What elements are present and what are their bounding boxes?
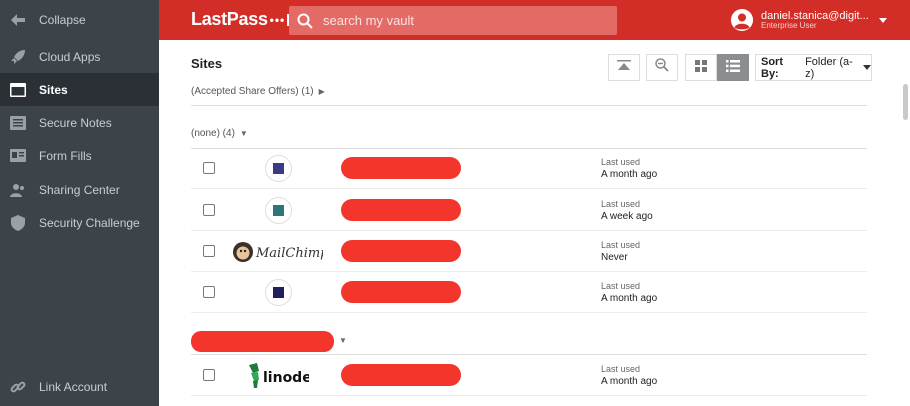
search-input[interactable]	[323, 13, 603, 28]
site-checkbox[interactable]	[203, 286, 215, 298]
zoom-out-button[interactable]	[646, 54, 678, 81]
avatar	[731, 9, 753, 31]
sort-label: Sort By:	[761, 55, 783, 80]
site-row[interactable]: Last used A month ago	[191, 148, 867, 189]
linode-logo: linode	[247, 363, 309, 389]
main-content: Sites Sort By: Folder (a-z) (Accepted Sh…	[159, 40, 910, 406]
folder-accepted-shares[interactable]: (Accepted Share Offers) (1) ▶	[191, 86, 325, 97]
share-users-icon	[9, 181, 27, 199]
list-view-icon	[726, 59, 740, 77]
sidebar-item-sharing-center[interactable]: Sharing Center	[0, 173, 159, 206]
chevron-down-icon	[863, 65, 871, 70]
search-box[interactable]	[289, 6, 617, 35]
list-view-button[interactable]	[717, 54, 749, 81]
sort-dropdown[interactable]: Sort By: Folder (a-z)	[755, 54, 872, 81]
site-favicon	[265, 155, 292, 182]
site-name-redacted[interactable]	[341, 157, 461, 179]
site-name-redacted[interactable]	[341, 199, 461, 221]
last-used-value: A month ago	[601, 293, 658, 304]
zoom-out-icon	[655, 58, 669, 77]
notes-icon	[9, 114, 27, 132]
grid-view-icon	[695, 59, 707, 77]
sidebar-item-collapse[interactable]: Collapse	[0, 3, 159, 36]
last-used-value: A month ago	[601, 169, 658, 180]
sort-value: Folder (a-z)	[805, 55, 853, 80]
arrow-left-icon	[9, 11, 27, 29]
site-favicon	[265, 197, 292, 224]
last-used-value: A month ago	[601, 376, 658, 387]
last-used-label: Last used	[601, 157, 641, 167]
svg-text:linode: linode	[263, 370, 309, 386]
chevron-down-icon	[878, 17, 887, 23]
folder-label: (Accepted Share Offers) (1)	[191, 86, 314, 97]
user-menu[interactable]: daniel.stanica@digit... Enterprise User	[731, 6, 887, 34]
divider	[191, 105, 867, 106]
sidebar-item-label: Cloud Apps	[39, 49, 101, 64]
collapse-all-button[interactable]	[608, 54, 640, 81]
site-name-redacted[interactable]	[341, 364, 461, 386]
site-row[interactable]: Last used A week ago	[191, 190, 867, 231]
site-checkbox[interactable]	[203, 369, 215, 381]
search-icon	[297, 13, 313, 29]
last-used-label: Last used	[601, 240, 641, 250]
last-used-label: Last used	[601, 199, 641, 209]
user-role: Enterprise User	[761, 20, 817, 30]
browser-window-icon	[9, 81, 27, 99]
last-used-label: Last used	[601, 364, 641, 374]
sidebar-item-label: Form Fills	[39, 148, 92, 163]
page-title: Sites	[191, 56, 223, 71]
collapse-arrow-icon: ▼	[239, 129, 248, 138]
sidebar-item-label: Sites	[39, 82, 68, 97]
site-checkbox[interactable]	[203, 162, 215, 174]
folder-label: (none) (4)	[191, 128, 235, 139]
shield-icon	[9, 214, 27, 232]
rocket-icon	[9, 48, 27, 66]
site-row[interactable]: Last used A month ago	[191, 272, 867, 313]
site-favicon	[265, 279, 292, 306]
sidebar-item-form-fills[interactable]: Form Fills	[0, 139, 159, 172]
site-checkbox[interactable]	[203, 245, 215, 257]
last-used-value: A week ago	[601, 211, 653, 222]
sidebar-item-sites[interactable]: Sites	[0, 73, 159, 106]
sidebar-item-label: Secure Notes	[39, 115, 112, 130]
link-icon	[9, 378, 27, 396]
sidebar-item-link-account[interactable]: Link Account	[0, 370, 159, 403]
site-checkbox[interactable]	[203, 204, 215, 216]
folder-name-redacted[interactable]	[191, 331, 334, 352]
lastpass-logo[interactable]: LastPass •••	[191, 9, 290, 30]
expand-arrow-icon: ▶	[318, 87, 325, 96]
user-email: daniel.stanica@digit...	[761, 9, 869, 22]
last-used-value: Never	[601, 252, 628, 263]
sidebar: Collapse Cloud Apps Sites Secure Notes F…	[0, 0, 159, 406]
top-bar: LastPass••• daniel.stanica@digit... Ente…	[159, 0, 910, 40]
folder-none[interactable]: (none) (4) ▼	[191, 128, 248, 139]
sidebar-item-security-challenge[interactable]: Security Challenge	[0, 206, 159, 239]
collapse-arrow-icon: ▼	[339, 336, 347, 345]
sidebar-item-label: Security Challenge	[39, 215, 140, 230]
site-row[interactable]: linode Last used A month ago	[191, 355, 867, 396]
sidebar-item-label: Sharing Center	[39, 182, 120, 197]
id-card-icon	[9, 147, 27, 165]
collapse-all-icon	[617, 59, 631, 77]
sidebar-item-cloud-apps[interactable]: Cloud Apps	[0, 40, 159, 73]
sidebar-item-label: Link Account	[39, 379, 108, 394]
sidebar-item-label: Collapse	[39, 12, 86, 27]
site-row[interactable]: MailChimp Last used Never	[191, 231, 867, 272]
site-name-redacted[interactable]	[341, 281, 461, 303]
sidebar-item-secure-notes[interactable]: Secure Notes	[0, 106, 159, 139]
last-used-label: Last used	[601, 281, 641, 291]
grid-view-button[interactable]	[685, 54, 717, 81]
svg-text:MailChimp: MailChimp	[255, 246, 323, 261]
site-name-redacted[interactable]	[341, 240, 461, 262]
scrollbar[interactable]	[903, 84, 908, 120]
mailchimp-logo: MailChimp	[233, 239, 323, 265]
